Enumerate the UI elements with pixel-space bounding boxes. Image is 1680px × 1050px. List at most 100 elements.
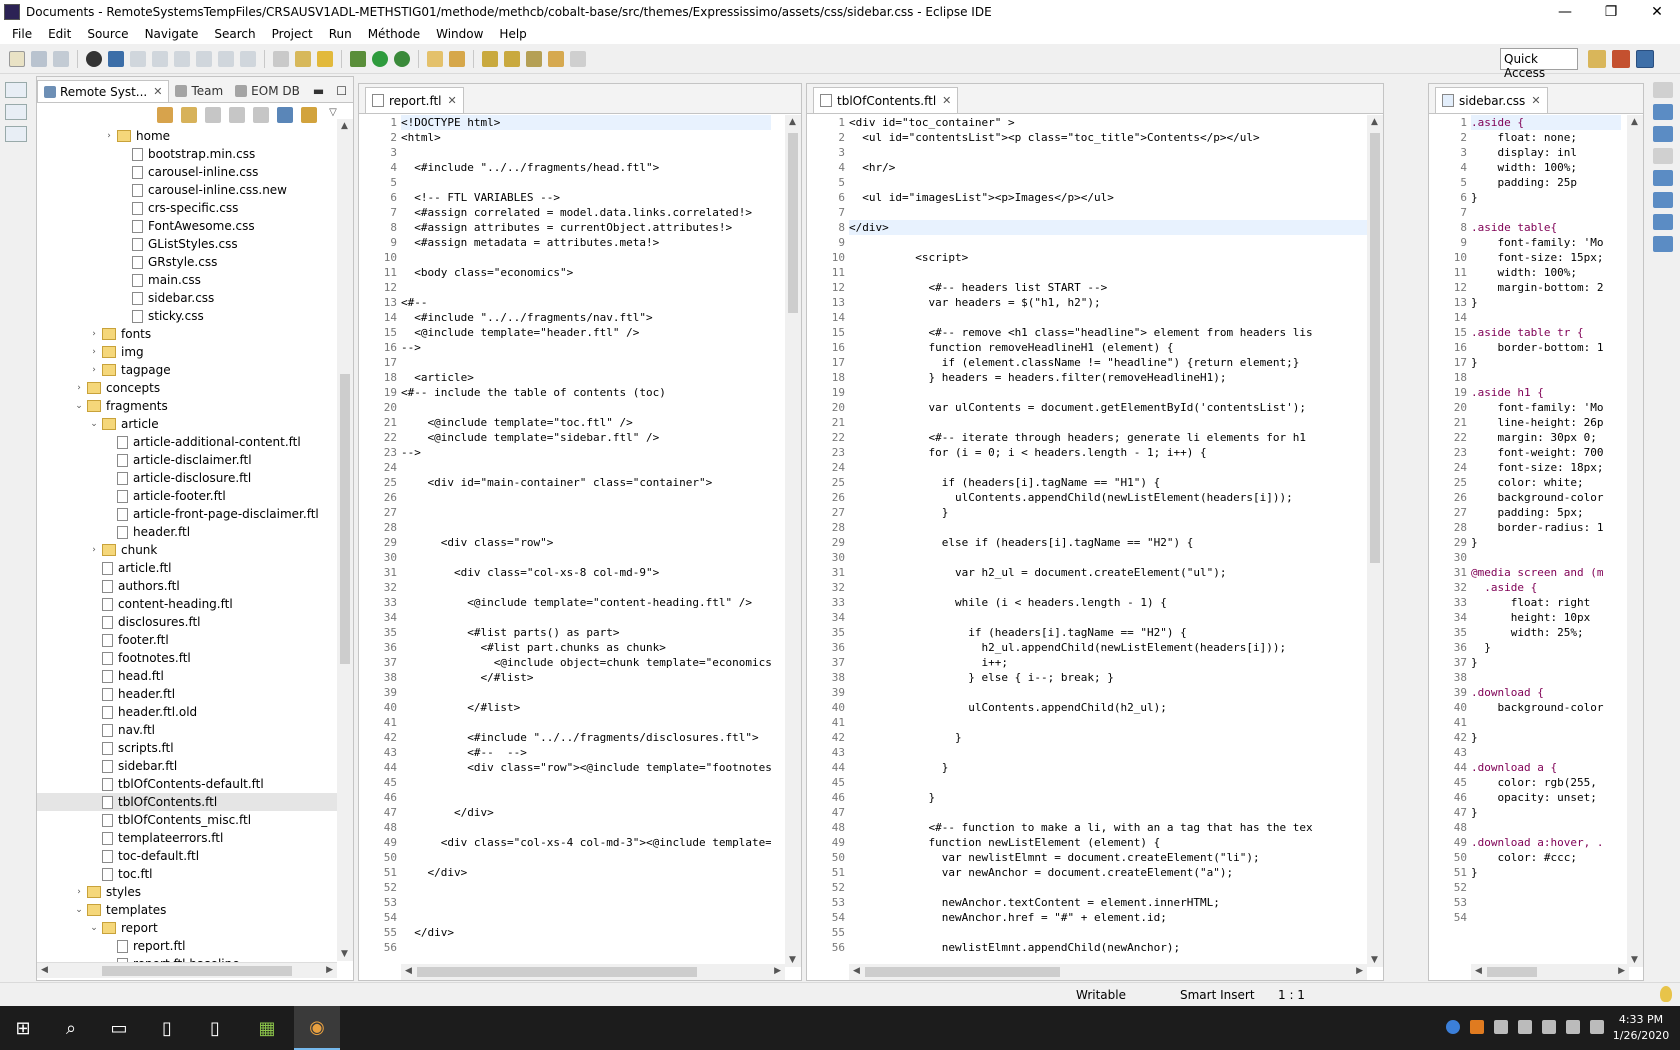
scroll-thumb[interactable] (102, 966, 292, 976)
spreadsheet-app-icon[interactable]: ▦ (244, 1006, 290, 1050)
expand-toggle-icon[interactable]: › (88, 329, 100, 339)
code-text-area[interactable]: .aside { float: none; display: inl width… (1471, 115, 1621, 965)
expand-toggle-icon[interactable]: › (103, 131, 115, 141)
search-view-icon[interactable] (1653, 236, 1673, 252)
tree-file-item[interactable]: FontAwesome.css (37, 217, 337, 235)
problems-icon[interactable] (1653, 192, 1673, 208)
menu-help[interactable]: Help (491, 27, 534, 41)
external-tools-icon[interactable] (394, 50, 410, 67)
tree-folder-item[interactable]: › tagpage (37, 361, 337, 379)
progress-icon[interactable] (1653, 214, 1673, 230)
editor-vertical-scrollbar[interactable]: ▲ ▼ (1627, 115, 1643, 967)
disconnect-icon[interactable] (196, 50, 212, 67)
code-text-area[interactable]: <div id="toc_container" > <ul id="conten… (849, 115, 1369, 965)
keyboard-icon[interactable] (1542, 1020, 1556, 1034)
menu-edit[interactable]: Edit (40, 27, 79, 41)
tree-file-item[interactable]: article-disclosure.ftl (37, 469, 337, 487)
tree-file-item[interactable]: report.ftl (37, 937, 337, 955)
tray-app-icon[interactable] (1470, 1020, 1484, 1034)
last-edit-icon[interactable] (526, 50, 542, 67)
console-icon[interactable] (1653, 170, 1673, 186)
tree-file-item[interactable]: head.ftl (37, 667, 337, 685)
windows-start-icon[interactable]: ⊞ (0, 1006, 46, 1050)
tree-file-item[interactable]: bootstrap.min.css (37, 145, 337, 163)
save-all-icon[interactable] (53, 50, 69, 67)
editor-tab[interactable]: tblOfContents.ftl ✕ (813, 87, 959, 113)
tree-file-item[interactable]: disclosures.ftl (37, 613, 337, 631)
tab-team[interactable]: Team (169, 80, 229, 102)
tree-file-item[interactable]: carousel-inline.css.new (37, 181, 337, 199)
outline-icon[interactable] (1653, 104, 1673, 120)
console-icon[interactable] (108, 50, 124, 67)
tree-file-item[interactable]: sidebar.ftl (37, 757, 337, 775)
maximize-view-icon[interactable]: ☐ (330, 80, 353, 102)
tree-vertical-scrollbar[interactable]: ▲ ▼ (337, 119, 353, 961)
open-folder-icon[interactable] (427, 50, 443, 67)
toggle-comment-icon[interactable] (295, 50, 311, 67)
remote-connection-icon[interactable] (86, 50, 102, 67)
menu-navigate[interactable]: Navigate (137, 27, 207, 41)
quick-access-input[interactable]: Quick Access (1500, 48, 1578, 80)
up-icon[interactable] (253, 107, 269, 123)
expand-toggle-icon[interactable]: › (73, 383, 85, 393)
editor-horizontal-scrollbar[interactable]: ◀ ▶ (849, 964, 1367, 980)
tree-file-item[interactable]: tblOfContents.ftl (37, 793, 337, 811)
previous-annotation-icon[interactable] (504, 50, 520, 67)
new-connection-icon[interactable] (157, 107, 173, 123)
editor-horizontal-scrollbar[interactable]: ◀ ▶ (401, 964, 785, 980)
terminate-icon[interactable] (174, 50, 190, 67)
view-icon[interactable] (5, 104, 27, 120)
tree-folder-item[interactable]: › img (37, 343, 337, 361)
tree-file-item[interactable]: article-additional-content.ftl (37, 433, 337, 451)
expand-toggle-icon[interactable]: ⌄ (88, 419, 100, 429)
tree-folder-item[interactable]: › home (37, 127, 337, 145)
document-app-icon[interactable]: ▯ (192, 1006, 238, 1050)
close-icon[interactable]: ✕ (153, 85, 162, 98)
close-icon[interactable]: ✕ (448, 94, 457, 107)
tree-folder-item[interactable]: › chunk (37, 541, 337, 559)
task-list-icon[interactable] (1653, 126, 1673, 142)
forward-icon[interactable] (570, 50, 586, 67)
menu-search[interactable]: Search (206, 27, 263, 41)
tree-folder-item[interactable]: ⌄ report (37, 919, 337, 937)
tray-app-icon[interactable] (1494, 1020, 1508, 1034)
scroll-thumb[interactable] (865, 967, 1060, 977)
tree-file-item[interactable]: templateerrors.ftl (37, 829, 337, 847)
lightbulb-icon[interactable] (1660, 986, 1672, 1002)
editor-tab[interactable]: report.ftl ✕ (365, 87, 464, 113)
expand-toggle-icon[interactable]: › (88, 365, 100, 375)
expand-toggle-icon[interactable]: ⌄ (73, 401, 85, 411)
maximize-icon[interactable]: ❐ (1588, 0, 1634, 24)
minimize-icon[interactable]: — (1542, 0, 1588, 24)
next-annotation-icon[interactable] (482, 50, 498, 67)
tree-file-item[interactable]: sticky.css (37, 307, 337, 325)
scroll-thumb[interactable] (340, 374, 350, 664)
tab-remote-systems[interactable]: Remote Syst... ✕ (37, 80, 170, 102)
tree-file-item[interactable]: article.ftl (37, 559, 337, 577)
scroll-thumb[interactable] (1370, 133, 1380, 563)
link-with-editor-icon[interactable] (301, 107, 317, 123)
properties-icon[interactable] (1653, 148, 1673, 164)
build-icon[interactable] (317, 50, 333, 67)
tree-folder-item[interactable]: › concepts (37, 379, 337, 397)
tree-folder-item[interactable]: ⌄ article (37, 415, 337, 433)
tree-file-item[interactable]: content-heading.ftl (37, 595, 337, 613)
expand-toggle-icon[interactable]: › (88, 347, 100, 357)
restore-icon[interactable] (1653, 82, 1673, 98)
step-into-icon[interactable] (218, 50, 234, 67)
tab-eom-db[interactable]: EOM DB (229, 80, 306, 102)
expand-toggle-icon[interactable]: ⌄ (73, 905, 85, 915)
scroll-thumb[interactable] (788, 133, 798, 313)
menu-run[interactable]: Run (321, 27, 360, 41)
tray-app-icon[interactable] (1518, 1020, 1532, 1034)
back-icon[interactable] (205, 107, 221, 123)
tree-file-item[interactable]: article-disclaimer.ftl (37, 451, 337, 469)
collapse-all-icon[interactable] (277, 107, 293, 123)
skype-icon[interactable] (1446, 1020, 1460, 1034)
tree-file-item[interactable]: toc-default.ftl (37, 847, 337, 865)
back-icon[interactable] (548, 50, 564, 67)
tree-file-item[interactable]: sidebar.css (37, 289, 337, 307)
expand-toggle-icon[interactable]: ⌄ (88, 923, 100, 933)
debug-icon[interactable] (350, 50, 366, 67)
tree-file-item[interactable]: GRstyle.css (37, 253, 337, 271)
